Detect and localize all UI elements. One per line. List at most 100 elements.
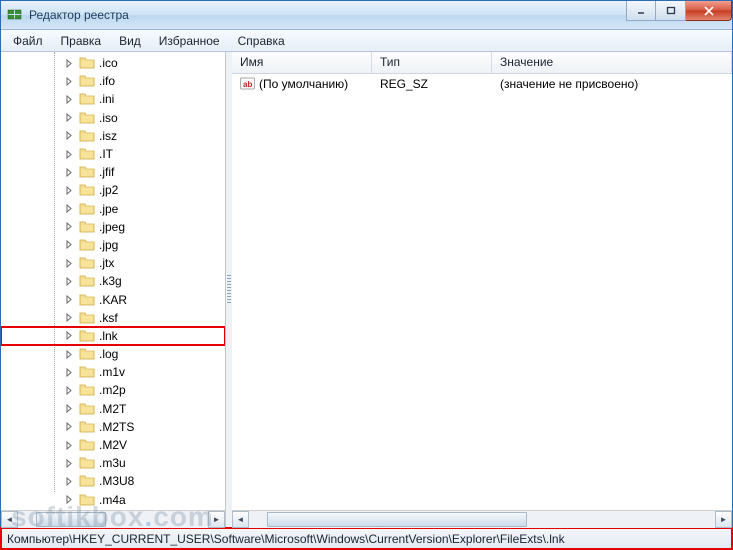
scroll-track[interactable] (249, 511, 715, 528)
close-button[interactable] (686, 1, 732, 21)
expand-icon[interactable] (65, 331, 74, 340)
tree-view[interactable]: .ico.ifo.ini .iso .isz .IT .jfif.jp2.jpe.jpe… (1, 52, 225, 510)
expand-icon[interactable] (65, 204, 74, 213)
folder-icon (79, 293, 95, 307)
folder-icon (79, 493, 95, 507)
tree-item[interactable]: .m2p (1, 381, 225, 399)
tree-item[interactable]: .M2V (1, 436, 225, 454)
titlebar[interactable]: Редактор реестра (1, 1, 732, 30)
tree-item-label: .jpg (99, 238, 118, 252)
tree-item[interactable]: .KAR (1, 290, 225, 308)
expand-icon[interactable] (65, 459, 74, 468)
minimize-button[interactable] (626, 1, 656, 21)
expand-icon[interactable] (65, 240, 74, 249)
tree-pane: .ico.ifo.ini .iso .isz .IT .jfif.jp2.jpe.jpe… (1, 52, 226, 527)
expand-icon[interactable] (65, 95, 74, 104)
expand-icon[interactable] (65, 368, 74, 377)
list-row[interactable]: ab(По умолчанию)REG_SZ(значение не присв… (232, 74, 732, 93)
tree-item[interactable]: .iso (1, 109, 225, 127)
list-view[interactable]: ab(По умолчанию)REG_SZ(значение не присв… (232, 74, 732, 510)
expand-icon[interactable] (65, 477, 74, 486)
tree-item[interactable]: .log (1, 345, 225, 363)
tree-item[interactable]: .jp2 (1, 181, 225, 199)
expand-icon[interactable] (65, 386, 74, 395)
expand-icon[interactable] (65, 404, 74, 413)
list-horizontal-scrollbar[interactable]: ◄ ► (232, 510, 732, 527)
tree-item[interactable]: .jpe (1, 200, 225, 218)
expand-icon[interactable] (65, 77, 74, 86)
folder-icon (79, 220, 95, 234)
folder-icon (79, 420, 95, 434)
tree-item[interactable]: .isz (1, 127, 225, 145)
expand-icon[interactable] (65, 168, 74, 177)
tree-item-label: .lnk (99, 329, 118, 343)
scroll-left-button[interactable]: ◄ (232, 511, 249, 528)
column-header-name[interactable]: Имя (232, 52, 372, 73)
tree-item-label: .KAR (99, 293, 127, 307)
scroll-right-button[interactable]: ► (715, 511, 732, 528)
tree-item[interactable]: .jfif (1, 163, 225, 181)
tree-item[interactable]: .jpeg (1, 218, 225, 236)
tree-item[interactable]: .ico (1, 54, 225, 72)
expand-icon[interactable] (65, 422, 74, 431)
column-header-value[interactable]: Значение (492, 52, 732, 73)
maximize-button[interactable] (656, 1, 686, 21)
menu-help[interactable]: Справка (230, 32, 293, 50)
tree-item[interactable]: .lnk (1, 327, 225, 345)
expand-icon[interactable] (65, 150, 74, 159)
tree-item[interactable]: .M3U8 (1, 472, 225, 490)
folder-icon (79, 347, 95, 361)
column-header-type[interactable]: Тип (372, 52, 492, 73)
tree-item-label: .iso (99, 111, 118, 125)
string-value-icon: ab (240, 76, 255, 91)
menu-view[interactable]: Вид (111, 32, 149, 50)
folder-icon (79, 365, 95, 379)
expand-icon[interactable] (65, 131, 74, 140)
expand-icon[interactable] (65, 350, 74, 359)
expand-icon[interactable] (65, 113, 74, 122)
folder-icon (79, 402, 95, 416)
tree-item-label: .M2TS (99, 420, 134, 434)
expand-icon[interactable] (65, 59, 74, 68)
scroll-track[interactable] (18, 511, 208, 528)
tree-item[interactable]: .M2T (1, 400, 225, 418)
scroll-left-button[interactable]: ◄ (1, 511, 18, 528)
scroll-right-button[interactable]: ► (208, 511, 225, 528)
menu-edit[interactable]: Правка (53, 32, 110, 50)
expand-icon[interactable] (65, 313, 74, 322)
expand-icon[interactable] (65, 222, 74, 231)
expand-icon[interactable] (65, 277, 74, 286)
scroll-thumb[interactable] (36, 512, 106, 527)
tree-item-label: .IT (99, 147, 113, 161)
tree-item-label: .M2T (99, 402, 126, 416)
scroll-thumb[interactable] (267, 512, 527, 527)
folder-icon (79, 129, 95, 143)
tree-item[interactable]: .M2TS (1, 418, 225, 436)
tree-item[interactable]: .ksf (1, 309, 225, 327)
tree-item[interactable]: .k3g (1, 272, 225, 290)
folder-icon (79, 165, 95, 179)
tree-horizontal-scrollbar[interactable]: ◄ ► (1, 510, 225, 527)
tree-item[interactable]: .ifo (1, 72, 225, 90)
expand-icon[interactable] (65, 295, 74, 304)
tree-item[interactable]: .m4a (1, 491, 225, 509)
folder-icon (79, 311, 95, 325)
tree-item[interactable]: .jpg (1, 236, 225, 254)
tree-item[interactable]: .m1v (1, 363, 225, 381)
tree-item[interactable]: .IT (1, 145, 225, 163)
expand-icon[interactable] (65, 259, 74, 268)
expand-icon[interactable] (65, 495, 74, 504)
content-area: .ico.ifo.ini .iso .isz .IT .jfif.jp2.jpe.jpe… (1, 52, 732, 528)
folder-icon (79, 111, 95, 125)
folder-icon (79, 274, 95, 288)
value-name-label: (По умолчанию) (259, 77, 348, 91)
tree-item[interactable]: .ini (1, 90, 225, 108)
tree-item[interactable]: .jtx (1, 254, 225, 272)
folder-icon (79, 474, 95, 488)
tree-item[interactable]: .m3u (1, 454, 225, 472)
menu-favorites[interactable]: Избранное (151, 32, 228, 50)
tree-item-label: .m2p (99, 383, 126, 397)
menu-file[interactable]: Файл (5, 32, 51, 50)
expand-icon[interactable] (65, 186, 74, 195)
expand-icon[interactable] (65, 441, 74, 450)
